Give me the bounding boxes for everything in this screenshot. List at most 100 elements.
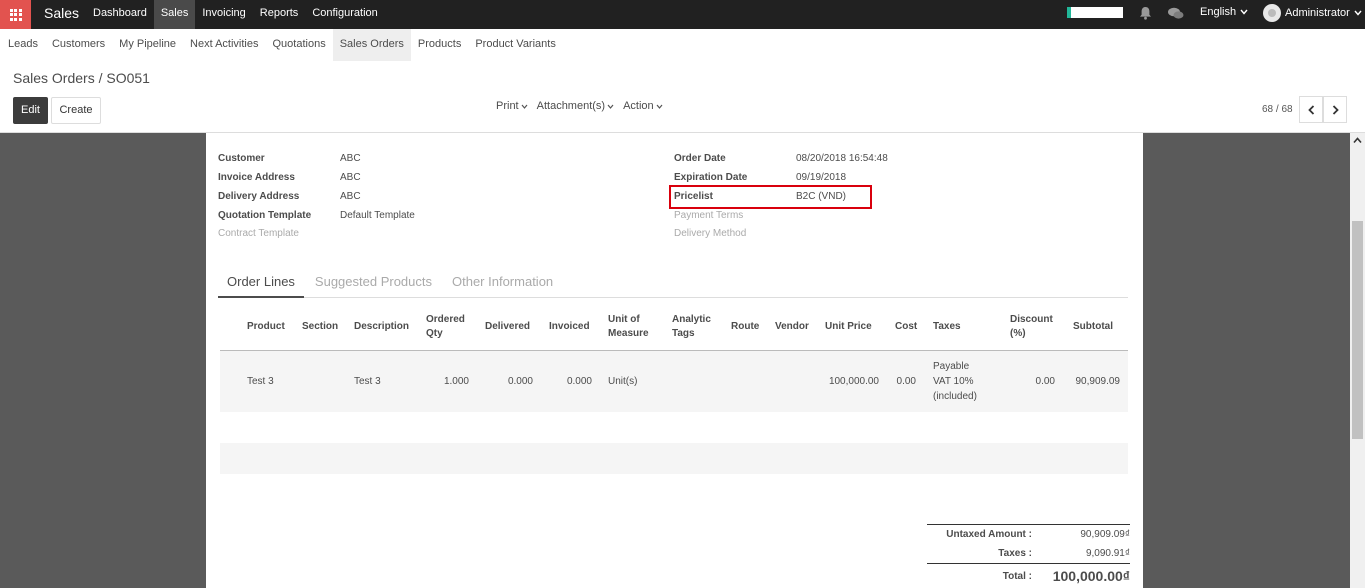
bell-icon[interactable]	[1139, 6, 1152, 23]
edit-button[interactable]: Edit	[13, 97, 48, 124]
cell-taxes: Payable VAT 10% (included)	[933, 359, 977, 404]
col-description[interactable]: Description	[354, 320, 409, 334]
cell-description: Test 3	[354, 376, 381, 387]
delivery-address-value[interactable]: ABC	[340, 191, 361, 202]
tab-other-information[interactable]: Other Information	[443, 269, 562, 298]
quotation-template-value[interactable]: Default Template	[340, 210, 415, 221]
invoice-address-label: Invoice Address	[218, 172, 295, 183]
total-value: 100,000.00₫	[1052, 568, 1130, 584]
control-panel: Sales Orders / SO051 Edit Create Print A…	[0, 61, 1365, 133]
untaxed-row: Untaxed Amount : 90,909.09₫	[927, 526, 1130, 545]
submenu-quotations[interactable]: Quotations	[266, 29, 333, 61]
apps-menu-button[interactable]	[0, 0, 31, 29]
col-analytic-line1: Analytic	[672, 314, 711, 325]
col-taxes[interactable]: Taxes	[933, 320, 961, 334]
cell-product: Test 3	[247, 376, 274, 387]
invoice-address-value[interactable]: ABC	[340, 172, 361, 183]
user-menu[interactable]: Administrator	[1263, 4, 1362, 22]
col-uom-line2: Measure	[608, 328, 649, 339]
pager-value[interactable]: 68 / 68	[1262, 104, 1293, 115]
col-section[interactable]: Section	[302, 320, 338, 334]
chat-icon[interactable]	[1168, 7, 1184, 23]
menu-dashboard[interactable]: Dashboard	[86, 0, 154, 29]
tax-line-2: VAT 10%	[933, 376, 974, 387]
cell-subtotal: 90,909.09	[1075, 376, 1121, 387]
menu-invoicing[interactable]: Invoicing	[195, 0, 252, 29]
submenu-next-activities[interactable]: Next Activities	[183, 29, 265, 61]
chevron-up-icon[interactable]	[1353, 137, 1362, 144]
language-selector[interactable]: English	[1200, 6, 1248, 18]
untaxed-value: 90,909.09₫	[1080, 529, 1130, 540]
action-label: Action	[623, 100, 654, 112]
chevron-down-icon	[1354, 10, 1362, 16]
order-lines-header: Product Section Description Ordered Qty …	[220, 309, 1128, 351]
print-dropdown[interactable]: Print	[496, 100, 528, 112]
breadcrumb-parent[interactable]: Sales Orders /	[13, 70, 102, 86]
menu-configuration[interactable]: Configuration	[305, 0, 384, 29]
col-delivered[interactable]: Delivered	[485, 320, 530, 334]
notebook-tabs: Order Lines Suggested Products Other Inf…	[218, 269, 1128, 298]
col-unit-price[interactable]: Unit Price	[825, 320, 872, 334]
secondary-menu: Leads Customers My Pipeline Next Activit…	[0, 29, 1365, 61]
submenu-leads[interactable]: Leads	[1, 29, 45, 61]
print-label: Print	[496, 100, 519, 112]
scrollbar-thumb[interactable]	[1352, 221, 1363, 439]
quotation-template-label: Quotation Template	[218, 210, 312, 221]
menu-sales[interactable]: Sales	[153, 0, 196, 29]
order-date-label: Order Date	[674, 153, 726, 164]
taxes-label: Taxes :	[998, 548, 1032, 559]
menu-reports[interactable]: Reports	[253, 0, 306, 29]
submenu-my-pipeline[interactable]: My Pipeline	[112, 29, 183, 61]
col-invoiced[interactable]: Invoiced	[549, 320, 590, 334]
submenu-sales-orders[interactable]: Sales Orders	[332, 29, 411, 61]
col-route[interactable]: Route	[731, 320, 759, 334]
pricelist-highlight	[669, 185, 872, 209]
col-vendor[interactable]: Vendor	[775, 320, 809, 334]
tax-line-3: (included)	[933, 391, 977, 402]
empty-row	[220, 443, 1128, 474]
cell-unit-price: 100,000.00	[828, 376, 879, 387]
breadcrumb: Sales Orders / SO051	[13, 70, 150, 86]
cell-cost: 0.00	[896, 376, 916, 387]
main-navbar: Sales Dashboard Sales Invoicing Reports …	[0, 0, 1365, 29]
avatar	[1263, 4, 1281, 22]
attachments-label: Attachment(s)	[536, 100, 606, 112]
col-analytic-tags[interactable]: Analytic Tags	[672, 313, 711, 341]
tab-suggested-products[interactable]: Suggested Products	[306, 269, 441, 298]
chevron-down-icon	[656, 104, 663, 109]
totals-divider	[927, 563, 1130, 564]
attachments-dropdown[interactable]: Attachment(s)	[537, 100, 614, 112]
create-button[interactable]: Create	[51, 97, 101, 124]
submenu-product-variants[interactable]: Product Variants	[468, 29, 563, 61]
col-product[interactable]: Product	[247, 320, 285, 334]
col-discount[interactable]: Discount (%)	[1010, 313, 1053, 341]
order-date-value: 08/20/2018 16:54:48	[796, 153, 888, 164]
payment-terms-label: Payment Terms	[674, 210, 744, 221]
scrollbar[interactable]	[1350, 133, 1365, 588]
breadcrumb-current: SO051	[106, 70, 150, 86]
col-cost[interactable]: Cost	[895, 320, 917, 334]
pager-previous-button[interactable]	[1299, 96, 1323, 123]
tab-order-lines[interactable]: Order Lines	[218, 269, 304, 298]
untaxed-label: Untaxed Amount :	[946, 529, 1032, 540]
cell-invoiced: 0.000	[566, 376, 592, 387]
chevron-left-icon	[1307, 104, 1314, 115]
expiration-date-label: Expiration Date	[674, 172, 748, 183]
col-ordered-qty[interactable]: Ordered Qty	[426, 313, 465, 341]
col-analytic-line2: Tags	[672, 328, 695, 339]
taxes-row: Taxes : 9,090.91₫	[927, 545, 1130, 564]
cell-uom: Unit(s)	[608, 376, 638, 387]
contract-template-label: Contract Template	[218, 228, 299, 239]
customer-label: Customer	[218, 153, 265, 164]
col-subtotal[interactable]: Subtotal	[1073, 320, 1113, 334]
submenu-customers[interactable]: Customers	[45, 29, 112, 61]
action-dropdown[interactable]: Action	[623, 100, 663, 112]
submenu-products[interactable]: Products	[411, 29, 468, 61]
table-row[interactable]: Test 3 Test 3 1.000 0.000 0.000 Unit(s) …	[220, 351, 1128, 412]
col-unit-of-measure[interactable]: Unit of Measure	[608, 313, 649, 341]
pager-next-button[interactable]	[1323, 96, 1347, 123]
col-uom-line1: Unit of	[608, 314, 640, 325]
apps-grid-icon	[9, 8, 22, 21]
search-input[interactable]	[1067, 7, 1123, 18]
customer-value[interactable]: ABC	[340, 153, 361, 164]
